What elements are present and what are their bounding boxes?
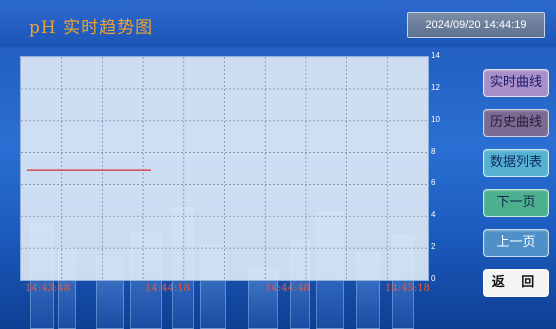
next-page-button[interactable]: 下一页 bbox=[483, 189, 549, 217]
trend-chart-svg bbox=[21, 57, 428, 280]
x-tick-label: 14:44:48 bbox=[265, 283, 310, 294]
y-tick-label: 0 bbox=[431, 274, 436, 283]
title-bar: pH 实时趋势图 2024/09/20 14:44:19 bbox=[0, 0, 556, 47]
back-button[interactable]: 返 回 bbox=[483, 269, 549, 297]
data-list-button[interactable]: 数据列表 bbox=[483, 149, 549, 177]
x-tick-label: 14:44:18 bbox=[145, 283, 190, 294]
y-tick-label: 2 bbox=[431, 242, 436, 252]
y-tick-label: 6 bbox=[431, 178, 436, 188]
x-tick-label: 14:45:18 bbox=[385, 283, 430, 294]
trend-chart bbox=[20, 56, 429, 281]
page-title: pH 实时趋势图 bbox=[29, 18, 154, 38]
realtime-curve-button[interactable]: 实时曲线 bbox=[483, 69, 549, 97]
history-curve-button[interactable]: 历史曲线 bbox=[483, 109, 549, 137]
y-tick-label: 8 bbox=[431, 146, 436, 156]
datetime-display: 2024/09/20 14:44:19 bbox=[407, 12, 545, 38]
y-tick-label: 10 bbox=[431, 114, 440, 124]
previous-page-button[interactable]: 上一页 bbox=[483, 229, 549, 257]
y-tick-label: 4 bbox=[431, 210, 436, 220]
y-tick-label: 12 bbox=[431, 82, 440, 92]
x-tick-label: 14:43:48 bbox=[25, 283, 70, 294]
y-tick-label: 14 bbox=[431, 51, 440, 60]
